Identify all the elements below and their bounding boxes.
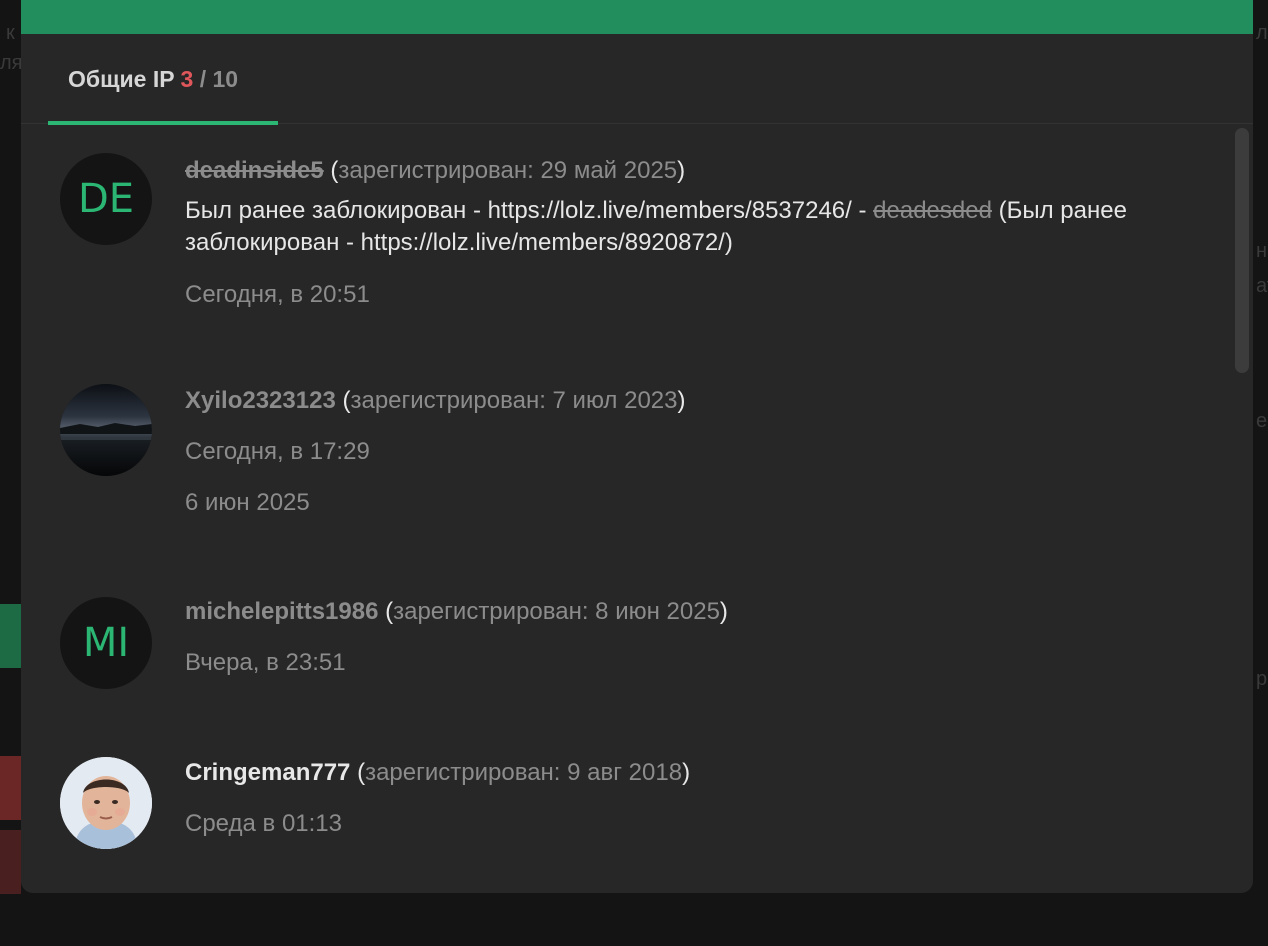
- list-item-content: deadinside5 (зарегистрирован: 29 май 202…: [185, 156, 1175, 310]
- shared-ip-modal: Общие IP 3 / 10 DE deadinside5 (зарегист…: [21, 0, 1253, 893]
- scrollbar-thumb[interactable]: [1235, 128, 1249, 373]
- avatar-initials: DE: [77, 176, 135, 222]
- avatar[interactable]: MI: [60, 597, 152, 689]
- tab-separator: /: [199, 66, 207, 92]
- tab-bar: Общие IP 3 / 10: [21, 34, 1253, 125]
- backdrop-green-block: [0, 604, 21, 668]
- backdrop-text-fragment: ат: [1256, 275, 1268, 297]
- user-header: michelepitts1986 (зарегистрирован: 8 июн…: [185, 597, 1175, 627]
- paren-close: ): [677, 387, 686, 414]
- shared-ip-user-list: DE deadinside5 (зарегистрирован: 29 май …: [21, 124, 1253, 893]
- list-item-content: Xyilo2323123 (зарегистрирован: 7 июл 202…: [185, 386, 1175, 518]
- backdrop-text-fragment: не: [1256, 240, 1268, 262]
- list-item-content: michelepitts1986 (зарегистрирован: 8 июн…: [185, 597, 1175, 678]
- avatar-photo: [60, 757, 152, 849]
- tab-label: Общие IP 3 / 10: [68, 66, 238, 93]
- tab-label-text: Общие IP: [68, 66, 175, 92]
- tab-total: 10: [212, 66, 239, 92]
- backdrop-text-fragment: ля: [0, 52, 23, 74]
- avatar[interactable]: [60, 757, 152, 849]
- paren-open: (: [385, 598, 394, 625]
- backdrop-text-fragment: л: [1256, 22, 1268, 44]
- paren-close: ): [682, 759, 691, 786]
- username-link[interactable]: Cringeman777: [185, 759, 350, 786]
- user-header: deadinside5 (зарегистрирован: 29 май 202…: [185, 156, 1175, 186]
- last-activity-date: Вчера, в 23:51: [185, 649, 346, 676]
- backdrop-text-fragment: к: [6, 22, 15, 44]
- paren-open: (: [357, 759, 366, 786]
- username-link[interactable]: Xyilo2323123: [185, 387, 336, 414]
- user-note: Был ранее заблокирован - https://lolz.li…: [185, 195, 1175, 259]
- backdrop-text-fragment: р: [1256, 668, 1268, 690]
- last-activity-date: Среда в 01:13: [185, 810, 342, 837]
- username-link[interactable]: michelepitts1986: [185, 598, 378, 625]
- avatar[interactable]: [60, 384, 152, 476]
- modal-header-bar: [21, 0, 1253, 34]
- tab-shared-ip[interactable]: Общие IP 3 / 10: [48, 34, 278, 125]
- last-activity-date: Сегодня, в 17:29: [185, 438, 370, 465]
- backdrop-red-block: [0, 830, 21, 894]
- backdrop-text-fragment: е: [1256, 410, 1268, 432]
- registration-date: зарегистрирован: 7 июл 2023: [350, 387, 678, 414]
- alias-username-link[interactable]: deadesded: [873, 197, 992, 224]
- tab-count: 3: [180, 66, 194, 92]
- note-text: Был ранее заблокирован - https://lolz.li…: [185, 197, 867, 224]
- registration-date: зарегистрирован: 9 авг 2018: [365, 759, 683, 786]
- avatar[interactable]: DE: [60, 153, 152, 245]
- user-header: Xyilo2323123 (зарегистрирован: 7 июл 202…: [185, 386, 1175, 416]
- last-activity-date: Сегодня, в 20:51: [185, 281, 370, 308]
- last-activity-date: 6 июн 2025: [185, 489, 310, 516]
- list-item-content: Cringeman777 (зарегистрирован: 9 авг 201…: [185, 758, 1175, 839]
- scrollbar[interactable]: [1235, 128, 1249, 888]
- username-link[interactable]: deadinside5: [185, 157, 324, 184]
- registration-date: зарегистрирован: 29 май 2025: [338, 157, 678, 184]
- user-header: Cringeman777 (зарегистрирован: 9 авг 201…: [185, 758, 1175, 788]
- registration-date: зарегистрирован: 8 июн 2025: [393, 598, 720, 625]
- avatar-initials: MI: [82, 620, 130, 666]
- backdrop-red-block: [0, 756, 21, 820]
- avatar-photo: [60, 384, 152, 476]
- paren-close: ): [677, 157, 686, 184]
- paren-close: ): [719, 598, 728, 625]
